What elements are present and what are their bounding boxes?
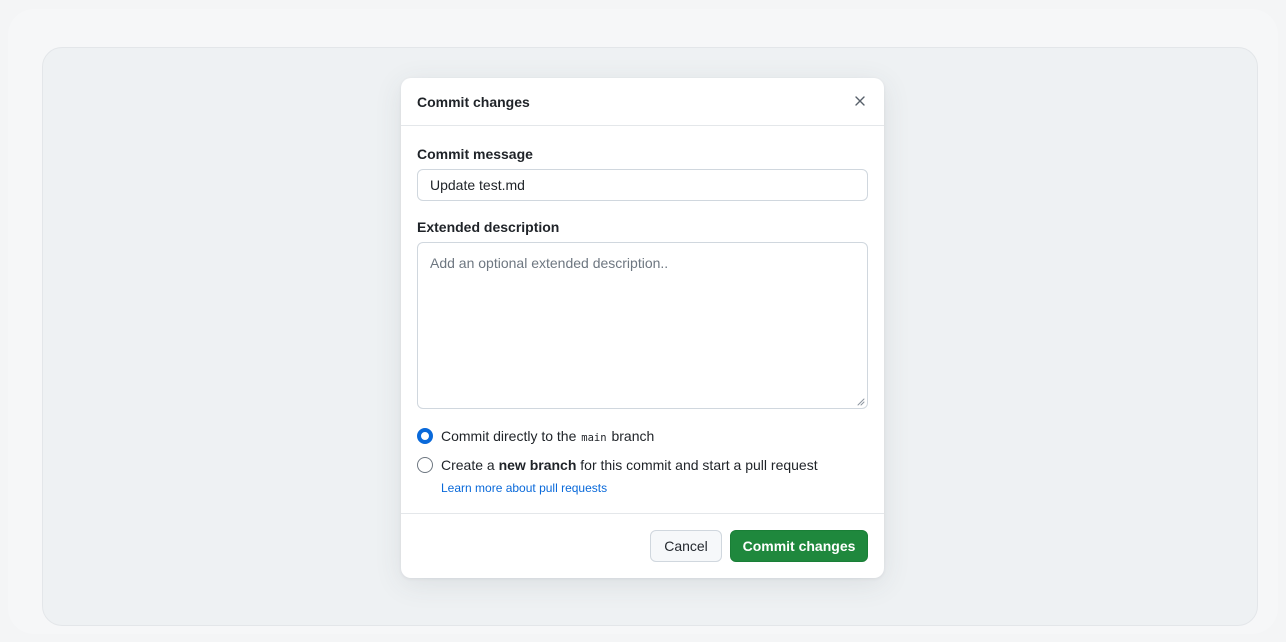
commit-dialog: Commit changes Commit message Extended d…	[401, 78, 884, 578]
resize-grip-icon[interactable]	[856, 397, 865, 406]
cancel-button[interactable]: Cancel	[650, 530, 722, 562]
extended-description-textarea[interactable]	[417, 242, 868, 409]
learn-more-link[interactable]: Learn more about pull requests	[441, 481, 607, 495]
commit-directly-label: Commit directly to the main branch	[441, 428, 655, 444]
dialog-title: Commit changes	[417, 94, 530, 110]
footer-divider	[401, 513, 884, 514]
close-button[interactable]	[850, 91, 870, 111]
commit-directly-option[interactable]: Commit directly to the main branch	[417, 426, 654, 446]
new-branch-radio[interactable]	[417, 457, 433, 473]
extended-description-label: Extended description	[417, 219, 560, 235]
close-icon	[855, 96, 865, 106]
commit-changes-button[interactable]: Commit changes	[730, 530, 868, 562]
branch-name: main	[581, 432, 607, 444]
commit-message-input[interactable]	[417, 169, 868, 201]
commit-directly-radio[interactable]	[417, 428, 433, 444]
commit-message-label: Commit message	[417, 146, 533, 162]
new-branch-option[interactable]: Create a new branch for this commit and …	[417, 455, 818, 475]
new-branch-label: Create a new branch for this commit and …	[441, 457, 818, 473]
dialog-header: Commit changes	[401, 78, 884, 126]
